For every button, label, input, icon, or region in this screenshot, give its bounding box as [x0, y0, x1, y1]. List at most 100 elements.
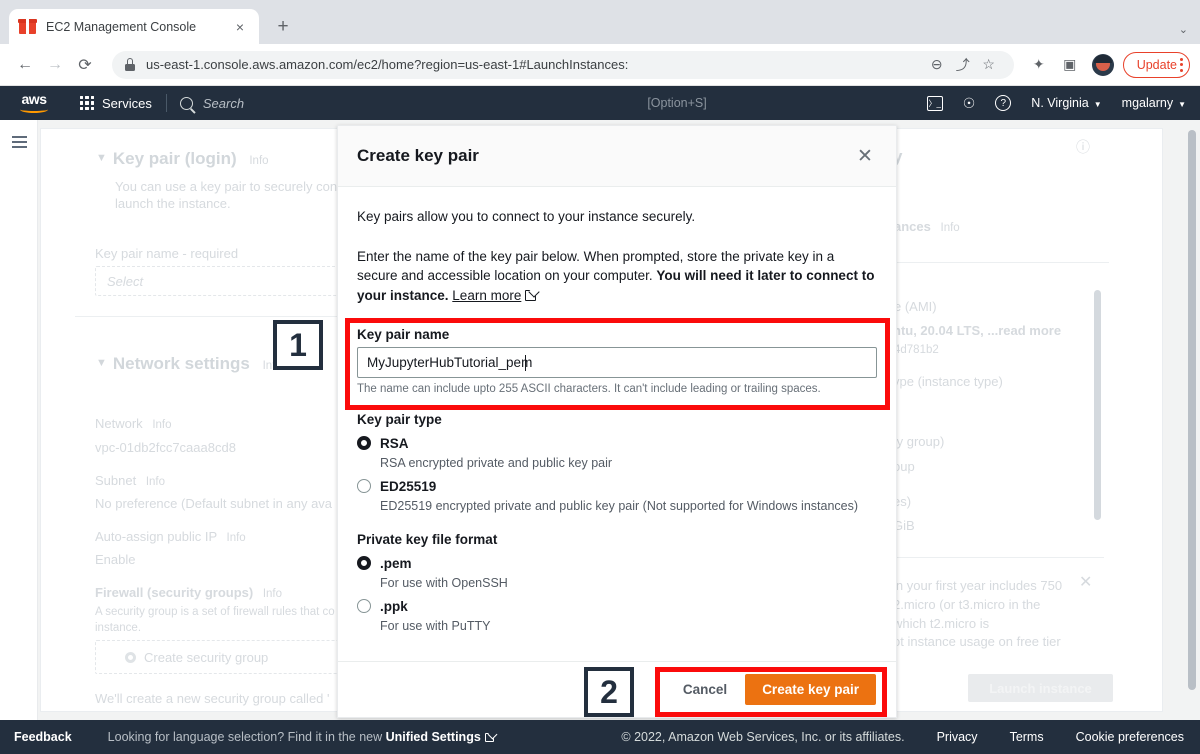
- annotation-marker-2: 2: [584, 667, 634, 717]
- account-label: mgalarny: [1121, 96, 1174, 110]
- extensions-puzzle-icon[interactable]: ✦: [1025, 51, 1053, 79]
- radio-option-pem[interactable]: .pem For use with OpenSSH: [357, 555, 877, 590]
- bg-summary-divider-2: [892, 557, 1104, 558]
- bookmark-star-icon[interactable]: ☆: [976, 52, 1002, 78]
- lock-icon: [124, 58, 136, 71]
- zoom-out-icon[interactable]: ⊖: [924, 52, 950, 78]
- aws-logo[interactable]: aws: [14, 92, 54, 113]
- bg-firewall-desc-1: A security group is a set of firewall ru…: [95, 606, 335, 618]
- address-bar[interactable]: us-east-1.console.aws.amazon.com/ec2/hom…: [112, 50, 1014, 79]
- left-nav-rail: [0, 120, 38, 720]
- url-text: us-east-1.console.aws.amazon.com/ec2/hom…: [146, 57, 629, 72]
- chevron-down-icon: ▼: [1178, 100, 1186, 109]
- aws-logo-smile-icon: [20, 106, 48, 113]
- footer-right-links: © 2022, Amazon Web Services, Inc. or its…: [621, 730, 1184, 744]
- radio-label: .pem: [380, 556, 412, 572]
- feedback-link[interactable]: Feedback: [14, 730, 72, 744]
- key-pair-name-hint: The name can include upto 255 ASCII char…: [357, 383, 821, 396]
- bg-firewall-label: Firewall (security groups) Info: [95, 585, 283, 600]
- bg-radio-icon: [125, 652, 136, 663]
- private-key-format-title: Private key file format: [357, 532, 498, 548]
- summary-panel-scrollbar-thumb[interactable]: [1094, 290, 1101, 520]
- bg-network-value: vpc-01db2fcc7caaa8cd8: [95, 440, 236, 455]
- radio-option-ppk[interactable]: .ppk For use with PuTTY: [357, 598, 877, 633]
- dialog-header: Create key pair ✕: [338, 126, 896, 187]
- search-input-placeholder: Search: [202, 95, 245, 111]
- terms-link[interactable]: Terms: [1010, 730, 1044, 744]
- services-menu-label[interactable]: Services: [102, 96, 152, 111]
- key-pair-name-label: Key pair name: [357, 327, 450, 343]
- intro-text: Key pairs allow you to connect to your i…: [357, 209, 696, 224]
- close-tab-icon[interactable]: ×: [231, 18, 249, 36]
- search-icon: [179, 96, 193, 110]
- browser-toolbar: ← → ⟳ us-east-1.console.aws.amazon.com/e…: [0, 44, 1200, 86]
- bg-info-circle-icon: ⓘ: [1076, 139, 1090, 155]
- bg-dismiss-close-icon[interactable]: ✕: [1079, 572, 1092, 592]
- side-panel-icon[interactable]: ▣: [1056, 51, 1084, 79]
- annotation-marker-1: 1: [273, 320, 323, 370]
- radio-icon-selected[interactable]: [357, 436, 371, 451]
- browser-menu-icon[interactable]: [1168, 52, 1190, 78]
- cloudshell-icon[interactable]: 〉_: [926, 95, 943, 111]
- chevron-down-icon: ▼: [1093, 100, 1102, 109]
- page-scrollbar-thumb[interactable]: [1188, 130, 1196, 690]
- bg-auto-ip-label: Auto-assign public IP Info: [95, 529, 246, 544]
- key-pair-name-input[interactable]: [357, 347, 877, 379]
- forward-arrow-icon[interactable]: →: [40, 50, 70, 80]
- services-grid-icon[interactable]: [80, 96, 94, 110]
- bg-key-pair-heading: ▼ Key pair (login) Info: [96, 149, 269, 168]
- avatar[interactable]: [1091, 53, 1114, 76]
- bg-launch-instance-button[interactable]: Launch instance: [968, 674, 1113, 702]
- radio-icon-unselected[interactable]: [357, 479, 371, 494]
- back-arrow-icon[interactable]: ←: [10, 50, 40, 80]
- bg-key-pair-name-label: Key pair name - required: [95, 246, 239, 261]
- bg-create-sg-label: Create security group: [125, 650, 268, 665]
- radio-label: .ppk: [380, 599, 408, 615]
- bg-free-tier-3: which t2.micro is: [893, 616, 990, 631]
- bg-free-tier-2: 2.micro (or t3.micro in the: [893, 597, 1041, 612]
- aws-top-nav: aws Services Search [Option+S] 〉_ ☉ ? N.…: [0, 86, 1200, 120]
- notifications-bell-icon[interactable]: ☉: [963, 95, 976, 112]
- learn-more-link[interactable]: Learn more: [452, 288, 521, 303]
- share-icon[interactable]: ⤴: [950, 52, 976, 78]
- radio-option-ed25519[interactable]: ED25519 ED25519 encrypted private and pu…: [357, 478, 877, 513]
- close-icon[interactable]: ✕: [852, 143, 878, 169]
- cookie-preferences-link[interactable]: Cookie preferences: [1076, 730, 1184, 744]
- external-link-icon: [525, 289, 537, 301]
- radio-icon-unselected[interactable]: [357, 599, 371, 614]
- key-pair-type-title: Key pair type: [357, 412, 442, 428]
- unified-settings-link[interactable]: Unified Settings: [386, 730, 481, 744]
- help-question-icon[interactable]: ?: [995, 95, 1012, 111]
- radio-label: RSA: [380, 436, 409, 452]
- radio-option-rsa[interactable]: RSA RSA encrypted private and public key…: [357, 435, 877, 470]
- create-key-pair-dialog: Create key pair ✕ Key pairs allow you to…: [337, 125, 897, 718]
- bg-key-pair-desc-1: You can use a key pair to securely conne…: [115, 179, 369, 194]
- key-pair-name-field-group: Key pair name The name can include upto …: [357, 327, 877, 395]
- region-selector[interactable]: N. Virginia ▼: [1031, 96, 1101, 110]
- hamburger-menu-icon[interactable]: [12, 136, 27, 151]
- bg-subnet-label: Subnet Info: [95, 473, 166, 488]
- language-selection-note: Looking for language selection? Find it …: [108, 730, 494, 744]
- browser-tab[interactable]: EC2 Management Console ×: [9, 9, 259, 44]
- text-cursor: [525, 355, 527, 372]
- browser-tab-title: EC2 Management Console: [46, 19, 197, 34]
- tab-list-chevron-down-icon[interactable]: ⌄: [1179, 23, 1188, 36]
- bg-network-label: Network Info: [95, 416, 172, 431]
- instructions-text: Enter the name of the key pair below. Wh…: [357, 247, 877, 306]
- radio-description: For use with OpenSSH: [380, 576, 508, 591]
- key-pair-type-group: Key pair type RSA RSA encrypted private …: [357, 412, 877, 513]
- external-link-icon: [484, 733, 494, 742]
- create-key-pair-button[interactable]: Create key pair: [745, 674, 876, 705]
- bg-free-tier-4: ot instance usage on free tier: [893, 634, 1061, 649]
- privacy-link[interactable]: Privacy: [937, 730, 978, 744]
- new-tab-button[interactable]: +: [269, 12, 297, 40]
- bg-firewall-desc-2: instance.: [95, 622, 142, 634]
- bg-ami-value: ntu, 20.04 LTS, ...read more: [893, 323, 1062, 338]
- reload-icon[interactable]: ⟳: [70, 50, 100, 80]
- bg-launch-instance-label: Launch instance: [989, 680, 1092, 696]
- global-search[interactable]: Search [Option+S]: [179, 95, 927, 111]
- account-menu[interactable]: mgalarny ▼: [1122, 96, 1186, 110]
- cancel-button[interactable]: Cancel: [665, 675, 745, 704]
- radio-icon-selected[interactable]: [357, 556, 371, 571]
- gift-box-favicon: [18, 18, 37, 35]
